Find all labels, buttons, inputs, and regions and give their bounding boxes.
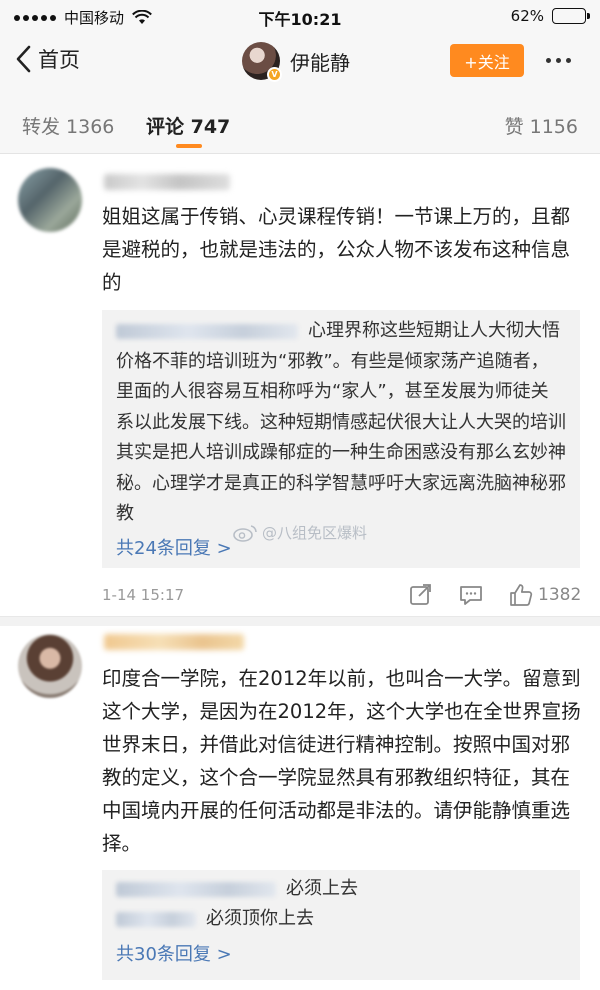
comment-timestamp: 1-14 15:17 [102, 586, 185, 604]
reply-item: 必须顶你上去 [102, 904, 580, 934]
watermark-text: @八组免区爆料 [262, 524, 368, 542]
tab-comment[interactable]: 评论 747 [146, 112, 230, 139]
status-bar: 中国移动 下午10:21 62% [0, 0, 600, 32]
weibo-logo-icon [233, 524, 257, 542]
avatar[interactable] [18, 168, 82, 232]
tab-repost[interactable]: 转发 1366 [22, 112, 114, 139]
reply-text: 心理界称这些短期让人大彻大悟价格不菲的培训班为“邪教”。有些是倾家荡产追随者，里… [102, 310, 580, 530]
blurred-username[interactable] [116, 323, 298, 339]
tab-bar: 转发 1366 评论 747 赞 1156 [0, 92, 600, 154]
tab-indicator [176, 144, 202, 148]
follow-button[interactable]: +关注 [450, 44, 524, 77]
blurred-username[interactable] [116, 911, 196, 927]
tab-like[interactable]: 赞 1156 [505, 112, 578, 139]
divider [0, 616, 600, 626]
avatar[interactable]: V [242, 42, 282, 82]
reply-box[interactable]: 必须上去 必须顶你上去 共30条回复 > [102, 870, 580, 980]
status-bar-right: 62% [510, 7, 590, 25]
comment-text: 印度合一学院，在2012年以前，也叫合一大学。留意到这个大学，是因为在2012年… [102, 667, 581, 855]
comment-icon[interactable] [458, 582, 484, 612]
back-label: 首页 [38, 48, 80, 72]
back-chevron-icon [16, 45, 31, 73]
blurred-username[interactable] [104, 174, 230, 190]
battery-percent: 62% [510, 7, 544, 25]
profile-header[interactable]: V 伊能静 [242, 42, 350, 82]
reply-content: 心理界称这些短期让人大彻大悟价格不菲的培训班为“邪教”。有些是倾家荡产追随者，里… [116, 320, 566, 524]
back-button[interactable]: 首页 [14, 44, 80, 74]
blurred-username[interactable] [116, 881, 276, 897]
like-count: 1382 [538, 585, 582, 605]
reply-content: 必须上去 [286, 878, 358, 899]
avatar[interactable] [18, 634, 82, 698]
more-options-icon[interactable] [546, 58, 571, 63]
share-icon[interactable] [408, 582, 434, 612]
nav-bar: 首页 V 伊能静 +关注 [0, 32, 600, 92]
comment-meta: 1-14 15:17 1382 [102, 582, 582, 612]
blurred-username[interactable] [104, 634, 244, 650]
comment-text: 姐姐这属于传销、心灵课程传销！一节课上万的，且都是避税的，也就是违法的，公众人物… [102, 205, 571, 294]
page-title: 伊能静 [290, 50, 350, 75]
watermark: @八组免区爆料 [232, 522, 367, 543]
verified-badge-icon: V [267, 67, 282, 82]
battery-icon [552, 8, 590, 24]
reply-item: 必须上去 [102, 874, 580, 904]
like-icon[interactable] [508, 582, 534, 612]
reply-content: 必须顶你上去 [206, 908, 314, 929]
view-replies-link[interactable]: 共30条回复 > [102, 940, 580, 966]
